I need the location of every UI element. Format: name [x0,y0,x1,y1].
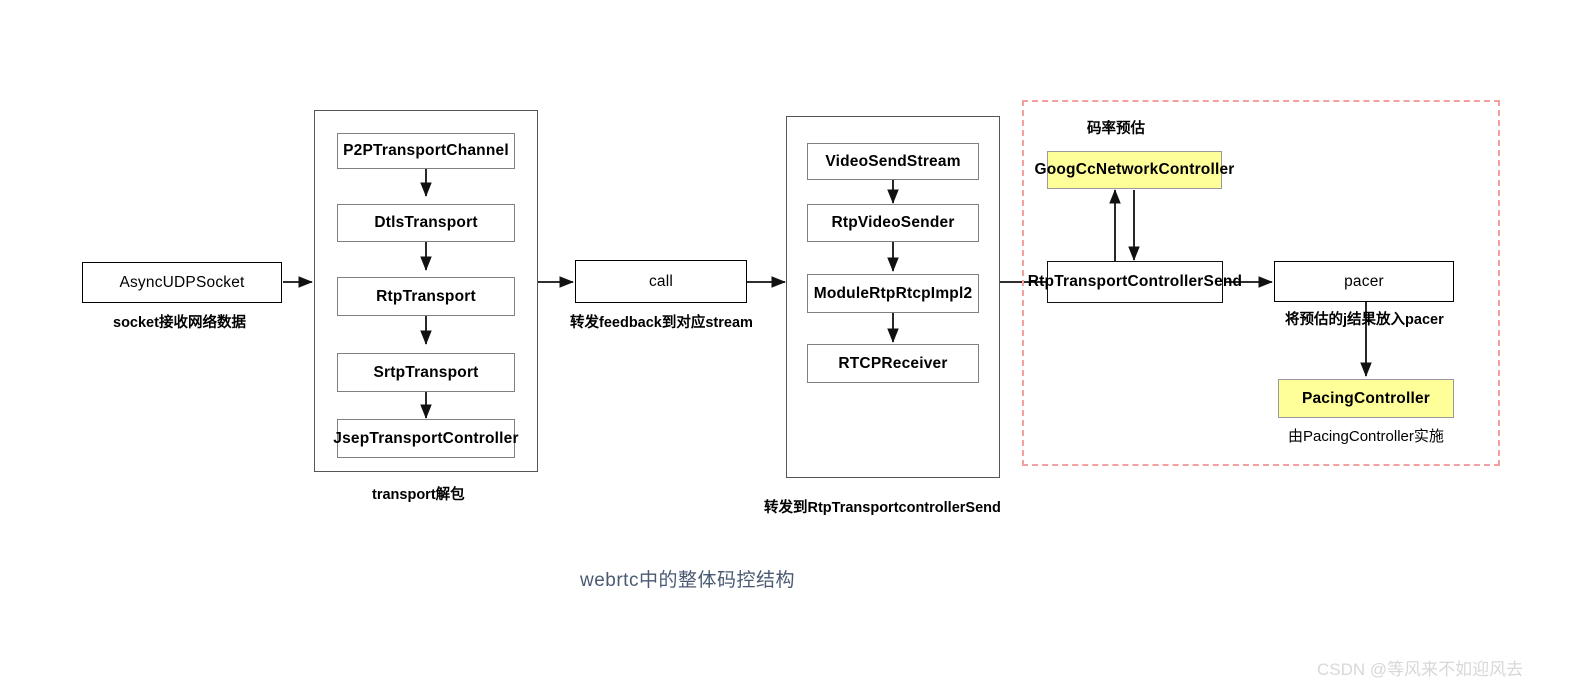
node-label: RtpVideoSender [831,214,955,231]
node-googcc-network-controller[interactable]: GoogCcNetworkController [1034,151,1234,189]
diagram-canvas: AsyncUDPSocket P2PTransportChannel DtlsT… [0,0,1573,690]
node-rtp-transport[interactable]: RtpTransport [337,277,515,316]
node-label: call [648,272,674,290]
node-label: RTCPReceiver [838,354,948,372]
caption-forward-to-rtp-controller: 转发到RtpTransportcontrollerSend [764,500,1001,516]
node-rtcp-receiver[interactable]: RTCPReceiver [807,344,979,383]
node-video-send-stream[interactable]: VideoSendStream [807,143,979,180]
node-label: RtpTransport [376,287,476,305]
node-srtp-transport[interactable]: SrtpTransport [337,353,515,392]
node-rtp-transport-controller-send[interactable]: RtpTransportControllerSend [1028,261,1242,303]
node-label: AsyncUDPSocket [119,273,245,291]
node-label: P2PTransportChannel [343,142,509,159]
node-label: PacingController [1301,389,1431,407]
node-label: DtlsTransport [374,214,478,231]
node-label: SrtpTransport [373,363,479,381]
node-label: pacer [1344,272,1384,290]
watermark: CSDN @等风来不如迎风去 [1317,660,1524,679]
caption-socket-recv: socket接收网络数据 [113,315,246,331]
node-label: VideoSendStream [825,152,961,170]
node-label: RtpTransportControllerSend [1027,273,1243,290]
node-jsep-transport-controller[interactable]: JsepTransportController [333,419,519,458]
node-p2p-transport-channel[interactable]: P2PTransportChannel [337,133,515,169]
caption-estimate-into-pacer: 将预估的j结果放入pacer [1285,312,1444,328]
node-rtp-video-sender[interactable]: RtpVideoSender [807,204,979,242]
node-async-udp-socket[interactable]: AsyncUDPSocket [82,262,282,303]
node-module-rtp-rtcp-impl2[interactable]: ModuleRtpRtcpImpl2 [807,274,979,313]
node-label: JsepTransportController [333,429,519,447]
caption-bitrate-estimation: 码率预估 [1087,121,1145,137]
node-pacer[interactable]: pacer [1274,261,1454,302]
caption-transport-unpack: transport解包 [372,487,465,503]
node-call[interactable]: call [575,260,747,303]
caption-implemented-by-pacing-controller: 由PacingController实施 [1288,428,1444,445]
node-label: ModuleRtpRtcpImpl2 [813,284,973,302]
diagram-title: webrtc中的整体码控结构 [580,570,795,591]
node-pacing-controller[interactable]: PacingController [1278,379,1454,418]
caption-forward-feedback: 转发feedback到对应stream [570,315,753,331]
node-dtls-transport[interactable]: DtlsTransport [337,204,515,242]
node-label: GoogCcNetworkController [1034,161,1235,178]
